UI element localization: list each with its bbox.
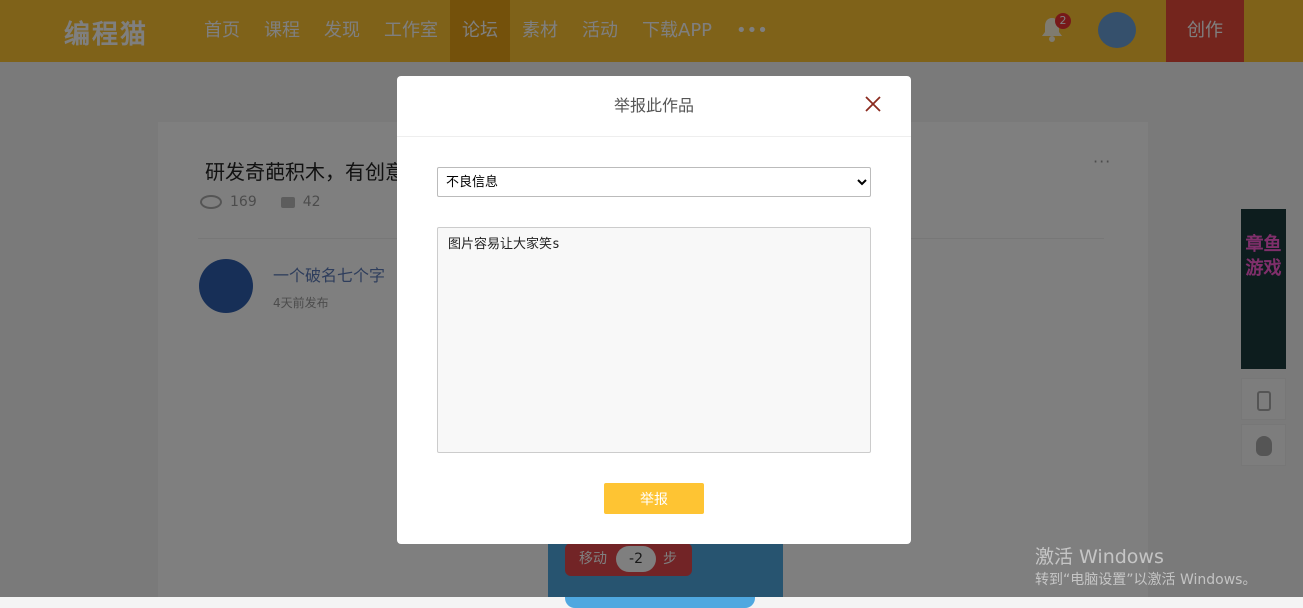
report-dialog: 举报此作品 不良信息 图片容易让大家笑s 举报 [397,76,911,544]
report-submit-button[interactable]: 举报 [604,483,704,514]
windows-watermark-subtitle: 转到“电脑设置”以激活 Windows。 [1035,572,1257,588]
windows-watermark-title: 激活 Windows [1035,546,1164,568]
report-detail-input[interactable]: 图片容易让大家笑s [437,227,871,453]
report-reason-select[interactable]: 不良信息 [437,167,871,197]
dialog-title: 举报此作品 [397,76,911,137]
close-icon[interactable] [863,94,883,114]
